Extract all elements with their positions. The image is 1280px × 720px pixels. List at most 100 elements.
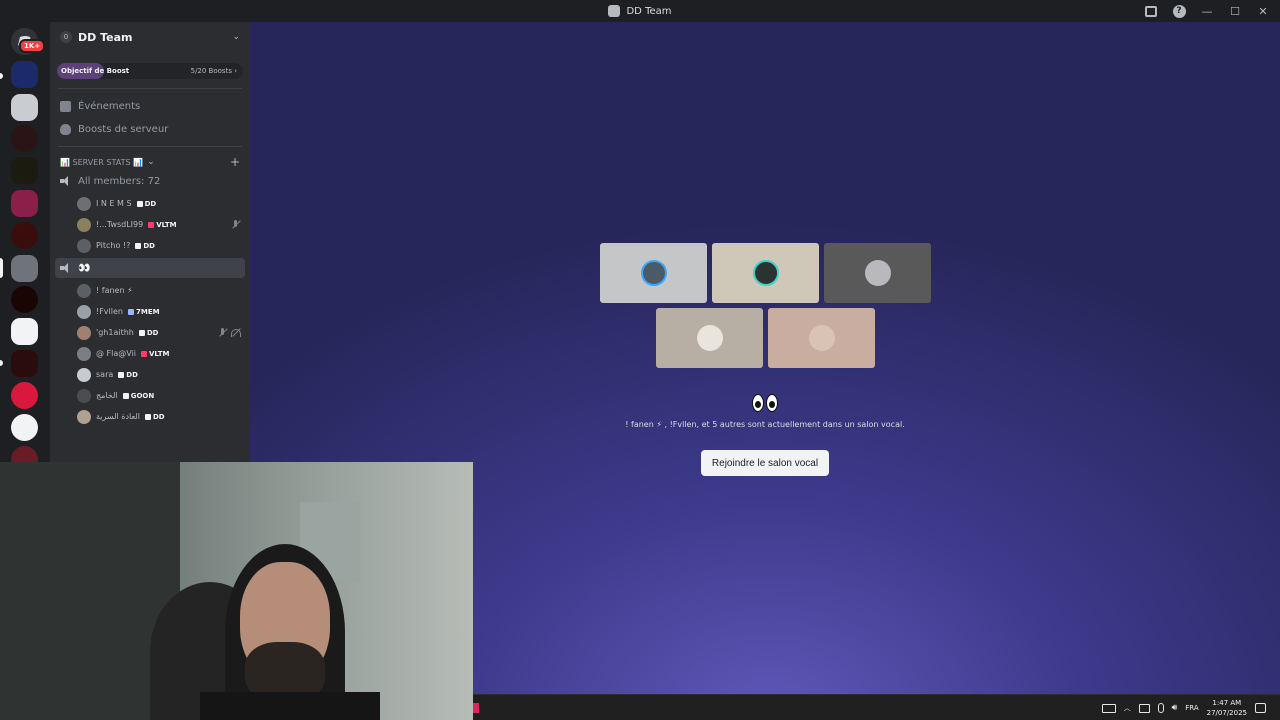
title-bar-controls: ? — ☐ ✕ xyxy=(1144,0,1270,22)
voice-status xyxy=(218,328,241,337)
avatar xyxy=(77,388,91,403)
server-icon-8[interactable] xyxy=(11,286,38,313)
help-icon[interactable]: ? xyxy=(1172,4,1186,18)
channel-emoji xyxy=(752,394,778,414)
server-icon-1[interactable] xyxy=(11,61,38,88)
window-title: DD Team xyxy=(0,0,1280,22)
channel-name: All members: 72 xyxy=(78,175,161,187)
participant-tile[interactable] xyxy=(768,308,875,368)
member-row[interactable]: العادة السرية DD xyxy=(50,406,250,427)
volume-icon[interactable]: 🔊︎ xyxy=(1172,703,1178,713)
divider xyxy=(58,146,242,147)
server-icon-9[interactable] xyxy=(11,318,38,345)
tag-label: DD xyxy=(126,370,138,379)
network-icon[interactable] xyxy=(1138,703,1150,713)
boost-goal-label: Objectif de Boost xyxy=(61,67,130,75)
app-icon[interactable] xyxy=(473,703,479,713)
deafened-icon xyxy=(231,328,241,337)
member-name: ! fanen ⚡ xyxy=(96,286,133,295)
microphone-icon[interactable] xyxy=(1157,703,1164,713)
server-icon-10[interactable] xyxy=(11,350,38,377)
server-icon-5[interactable] xyxy=(11,190,38,217)
member-name: @ Fla@Vii xyxy=(96,349,137,358)
participant-avatar xyxy=(696,325,723,351)
avatar xyxy=(77,283,91,298)
chevron-down-icon: ⌄ xyxy=(147,157,155,167)
minimize-button[interactable]: — xyxy=(1200,4,1214,18)
divider xyxy=(58,88,242,89)
tag-label: VLTM xyxy=(156,220,177,229)
participant-tile[interactable] xyxy=(656,308,763,368)
discord-app: DD Team ? — ☐ ✕ 1K+ 0 DD Team ⌄ Objectif… xyxy=(0,0,1280,720)
keyboard-icon[interactable] xyxy=(1101,703,1116,713)
avatar xyxy=(77,325,91,340)
member-row[interactable]: الخامج GOON xyxy=(50,385,250,406)
avatar xyxy=(77,238,91,253)
member-name: الخامج xyxy=(96,391,118,400)
unread-pill xyxy=(0,360,3,366)
avatar xyxy=(77,346,91,361)
voice-activity-text: ! fanen ⚡ , !Fvllen, et 5 autres sont ac… xyxy=(625,420,905,429)
participant-avatar xyxy=(864,260,891,286)
participant-tile[interactable] xyxy=(824,243,931,303)
participant-tile[interactable] xyxy=(600,243,707,303)
server-icon-3[interactable] xyxy=(11,125,38,152)
member-row[interactable]: ! fanen ⚡ xyxy=(50,280,250,301)
server-icon-dd-team[interactable] xyxy=(11,255,38,282)
member-row[interactable]: !...TwsdLI99 VLTM xyxy=(50,214,250,235)
language-indicator[interactable]: FRA xyxy=(1185,704,1198,712)
server-tag-icon: 0 xyxy=(60,31,72,43)
tag-label: GOON xyxy=(130,391,155,400)
speaker-icon xyxy=(60,263,71,273)
member-row[interactable]: !Fvllen 7MEM xyxy=(50,301,250,322)
server-boosts-link[interactable]: Boosts de serveur xyxy=(50,118,250,141)
member-row[interactable]: 'gh1aithh DD xyxy=(50,322,250,343)
server-icon-4[interactable] xyxy=(11,157,38,184)
close-button[interactable]: ✕ xyxy=(1256,4,1270,18)
boost-goal-bar[interactable]: Objectif de Boost 5/20 Boosts › xyxy=(57,63,243,79)
member-row[interactable]: Pitcho !? DD xyxy=(50,235,250,256)
category-server-stats[interactable]: 📊 SERVER STATS 📊 ⌄ + xyxy=(50,153,250,171)
avatar xyxy=(77,217,91,232)
selected-pill xyxy=(0,258,3,278)
inbox-icon[interactable] xyxy=(1144,4,1158,18)
voice-channel-eyes[interactable]: 👀 xyxy=(55,258,245,278)
tag-icon xyxy=(118,371,125,378)
tag-label: DD xyxy=(152,412,165,421)
unread-badge: 1K+ xyxy=(19,39,46,53)
category-label: 📊 SERVER STATS 📊 xyxy=(60,157,144,167)
join-voice-button[interactable]: Rejoindre le salon vocal xyxy=(701,450,829,476)
clock[interactable]: 1:47 AM 27/07/2025 xyxy=(1207,698,1247,718)
calendar-icon xyxy=(60,101,71,112)
window-title-text: DD Team xyxy=(626,5,672,17)
events-link[interactable]: Événements xyxy=(50,95,250,118)
clock-date: 27/07/2025 xyxy=(1206,709,1247,717)
add-channel-icon[interactable]: + xyxy=(230,155,240,169)
server-icon-2[interactable] xyxy=(11,94,38,121)
tag-icon xyxy=(141,350,148,357)
boost-icon xyxy=(60,124,71,135)
server-icon-12[interactable] xyxy=(11,414,38,441)
guild-tag: VLTM xyxy=(148,220,177,229)
notifications-icon[interactable] xyxy=(1255,703,1266,713)
tag-label: 7MEM xyxy=(135,307,160,316)
member-row[interactable]: sara DD xyxy=(50,364,250,385)
member-name: !...TwsdLI99 xyxy=(96,220,144,229)
avatar xyxy=(77,409,91,424)
maximize-button[interactable]: ☐ xyxy=(1228,4,1242,18)
guild-tag: DD xyxy=(138,329,158,337)
voice-channel-all-members[interactable]: All members: 72 xyxy=(55,171,245,191)
server-icon-11[interactable] xyxy=(11,382,38,409)
participant-avatar xyxy=(808,325,835,351)
server-header[interactable]: 0 DD Team ⌄ xyxy=(50,22,250,52)
participant-tile[interactable] xyxy=(712,243,819,303)
member-row[interactable]: I N E M S DD xyxy=(50,193,250,214)
chevron-up-icon[interactable]: ︿ xyxy=(1124,703,1131,713)
member-row[interactable]: @ Fla@Vii VLTM xyxy=(50,343,250,364)
server-icon-6[interactable] xyxy=(11,222,38,249)
participant-avatar xyxy=(752,260,779,286)
member-name: sara xyxy=(96,370,114,379)
voice-members-list: I N E M S DD !...TwsdLI99 VLTM Pitcho !? DD xyxy=(50,193,250,256)
guild-tag: DD xyxy=(118,371,138,379)
participant-avatar xyxy=(640,260,667,286)
